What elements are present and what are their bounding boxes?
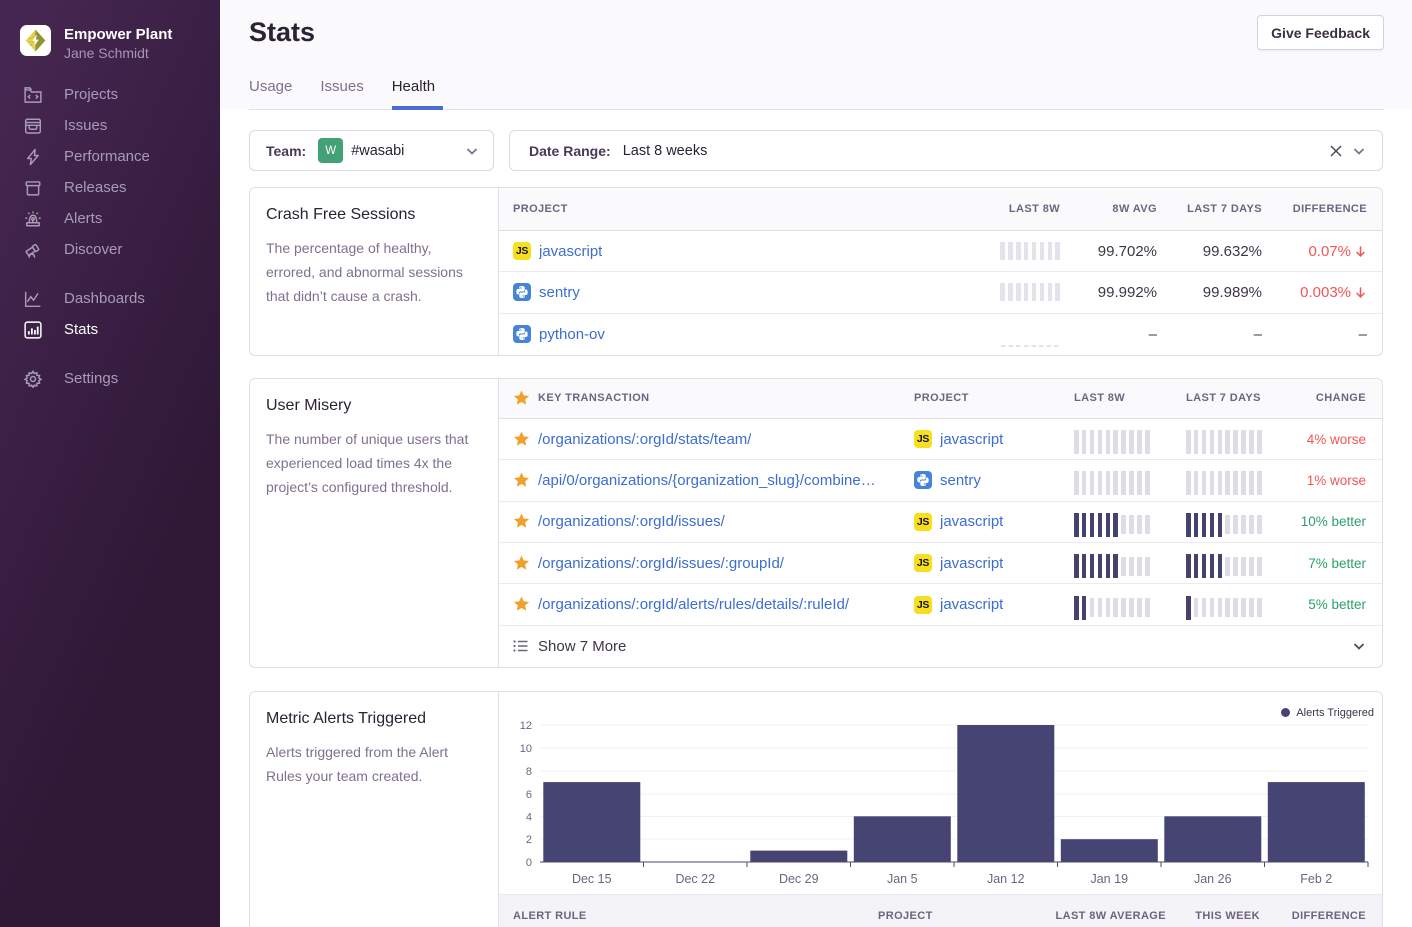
svg-text:4: 4 [526, 811, 532, 823]
svg-text:6: 6 [526, 789, 532, 801]
svg-text:Jan 19: Jan 19 [1090, 872, 1128, 886]
svg-text:Jan 5: Jan 5 [887, 872, 918, 886]
svg-text:Jan 12: Jan 12 [987, 872, 1025, 886]
svg-text:Feb 2: Feb 2 [1300, 872, 1332, 886]
svg-text:Dec 22: Dec 22 [675, 872, 715, 886]
svg-text:0: 0 [526, 857, 532, 869]
svg-text:2: 2 [526, 834, 532, 846]
svg-text:Jan 26: Jan 26 [1194, 872, 1232, 886]
svg-text:Dec 15: Dec 15 [572, 872, 612, 886]
svg-text:Dec 29: Dec 29 [779, 872, 819, 886]
svg-text:12: 12 [520, 720, 532, 732]
svg-text:10: 10 [520, 743, 532, 755]
svg-text:8: 8 [526, 766, 532, 778]
